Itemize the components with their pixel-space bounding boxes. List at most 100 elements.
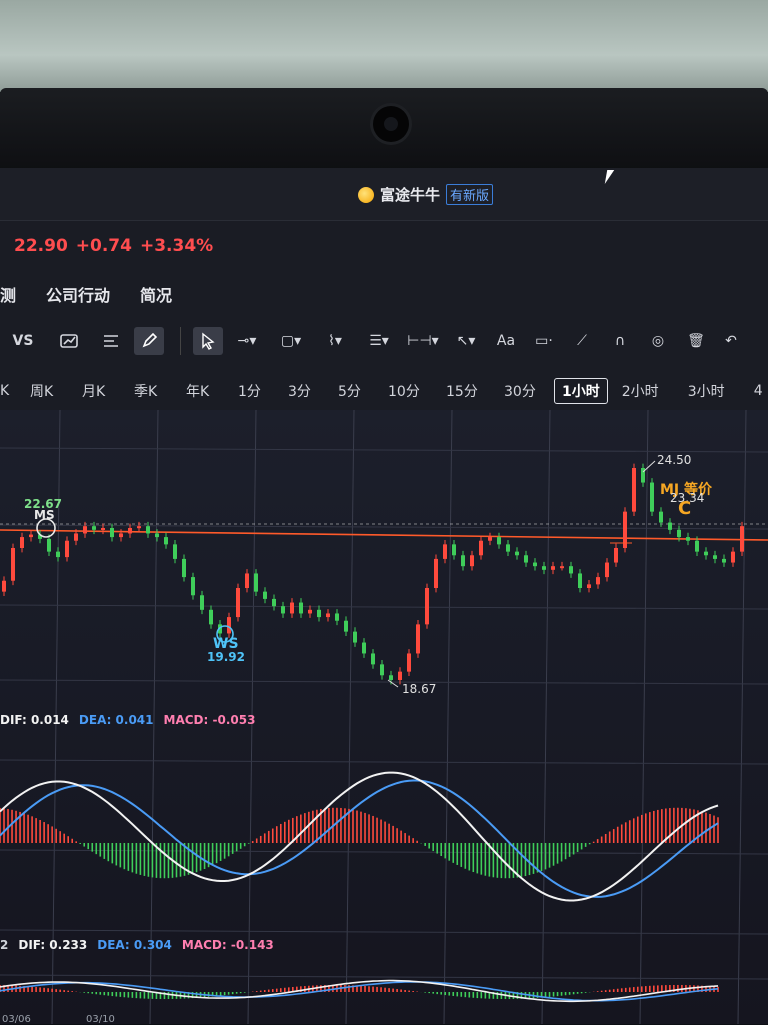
candle-body [110, 528, 114, 538]
candle-body [101, 528, 105, 530]
candle-body [20, 537, 24, 548]
candle-body [326, 613, 330, 618]
candlestick-chart[interactable] [0, 0, 768, 1024]
candle-body [362, 642, 366, 654]
ws-price-label: 19.92 [207, 650, 245, 664]
candle-body [731, 551, 735, 563]
candle-body [479, 540, 483, 556]
candle-body [524, 555, 528, 563]
candle-body [506, 544, 510, 552]
candle-body [497, 537, 501, 545]
grid-vline [737, 409, 747, 1024]
candle-body [434, 558, 438, 588]
macd1-macd-value: MACD: -0.053 [163, 713, 256, 727]
candle-body [290, 602, 294, 614]
candle-body [650, 482, 654, 512]
grid-hline [0, 759, 768, 765]
candle-body [632, 468, 636, 512]
candle-body [740, 526, 744, 552]
candle-body [335, 613, 339, 621]
ms-label: MS [34, 508, 55, 522]
candle-body [281, 606, 285, 614]
high-price-label: 24.50 [657, 453, 692, 467]
grid-hline [0, 524, 768, 530]
candle-body [200, 595, 204, 610]
candle-body [56, 551, 60, 558]
reference-line [0, 529, 768, 541]
candle-body [551, 566, 555, 570]
candle-body [443, 544, 447, 559]
candles-group [2, 463, 744, 685]
candle-body [254, 573, 258, 592]
candle-body [65, 540, 69, 558]
candle-body [461, 555, 465, 567]
macd1-legend: DIF: 0.014 DEA: 0.041 MACD: -0.053 [0, 713, 255, 727]
grid-vline [639, 409, 649, 1024]
candle-body [686, 537, 690, 541]
candle-body [344, 620, 348, 632]
candle-body [704, 551, 708, 556]
candle-body [659, 511, 663, 523]
candle-body [542, 566, 546, 570]
grid-hline [0, 974, 768, 980]
candle-body [173, 544, 177, 559]
macd2-macd-value: MACD: -0.143 [181, 938, 274, 952]
candle-body [92, 526, 96, 530]
candle-body [236, 588, 240, 618]
candle-body [488, 537, 492, 541]
candle-body [164, 537, 168, 545]
candle-body [191, 577, 195, 596]
candle-body [47, 538, 51, 552]
candle-body [425, 588, 429, 625]
candle-body [2, 580, 6, 592]
low-callout-line [387, 679, 399, 688]
macd2-legend: 2 DIF: 0.233 DEA: 0.304 MACD: -0.143 [0, 938, 274, 952]
candle-body [155, 533, 159, 538]
candle-body [569, 566, 573, 574]
candle-body [227, 617, 231, 634]
grid-hline [0, 929, 768, 935]
candle-body [119, 533, 123, 538]
candle-body [452, 544, 456, 556]
date-label-2: 03/10 [86, 1014, 115, 1025]
candle-body [209, 609, 213, 625]
candle-body [272, 598, 276, 607]
macd2-prefix: 2 [0, 938, 9, 952]
candle-body [128, 528, 132, 534]
candle-body [308, 609, 312, 614]
candle-body [515, 551, 519, 556]
candle-body [398, 671, 402, 680]
candle-body [614, 548, 618, 563]
candle-body [137, 526, 141, 529]
macd2-dea-value: DEA: 0.304 [97, 938, 172, 952]
grid-vline [541, 409, 551, 1024]
candle-body [560, 566, 564, 569]
candle-body [380, 664, 384, 676]
macd2-histogram [0, 984, 719, 1000]
candle-body [263, 591, 267, 599]
date-label-1: 03/06 [2, 1014, 31, 1025]
candle-body [695, 540, 699, 552]
candle-body [722, 558, 726, 563]
candle-body [416, 624, 420, 654]
candle-body [533, 562, 537, 567]
candle-body [29, 534, 33, 538]
grid-hline [0, 447, 768, 453]
candle-body [596, 577, 600, 585]
candle-body [146, 526, 150, 534]
candle-body [371, 653, 375, 665]
candle-body [713, 555, 717, 559]
candle-body [470, 555, 474, 567]
candle-body [587, 584, 591, 588]
grid-hline [0, 604, 768, 610]
candle-body [11, 548, 15, 581]
candle-body [83, 526, 87, 534]
macd2-dif-value: DIF: 0.233 [18, 938, 88, 952]
low-price-label: 18.67 [402, 682, 437, 696]
grid-hline [0, 679, 768, 685]
c-label: C [678, 498, 692, 519]
candle-body [389, 675, 393, 680]
macd1-dea-value: DEA: 0.041 [78, 713, 154, 727]
high-callout-line [642, 460, 656, 473]
candle-body [605, 562, 609, 578]
